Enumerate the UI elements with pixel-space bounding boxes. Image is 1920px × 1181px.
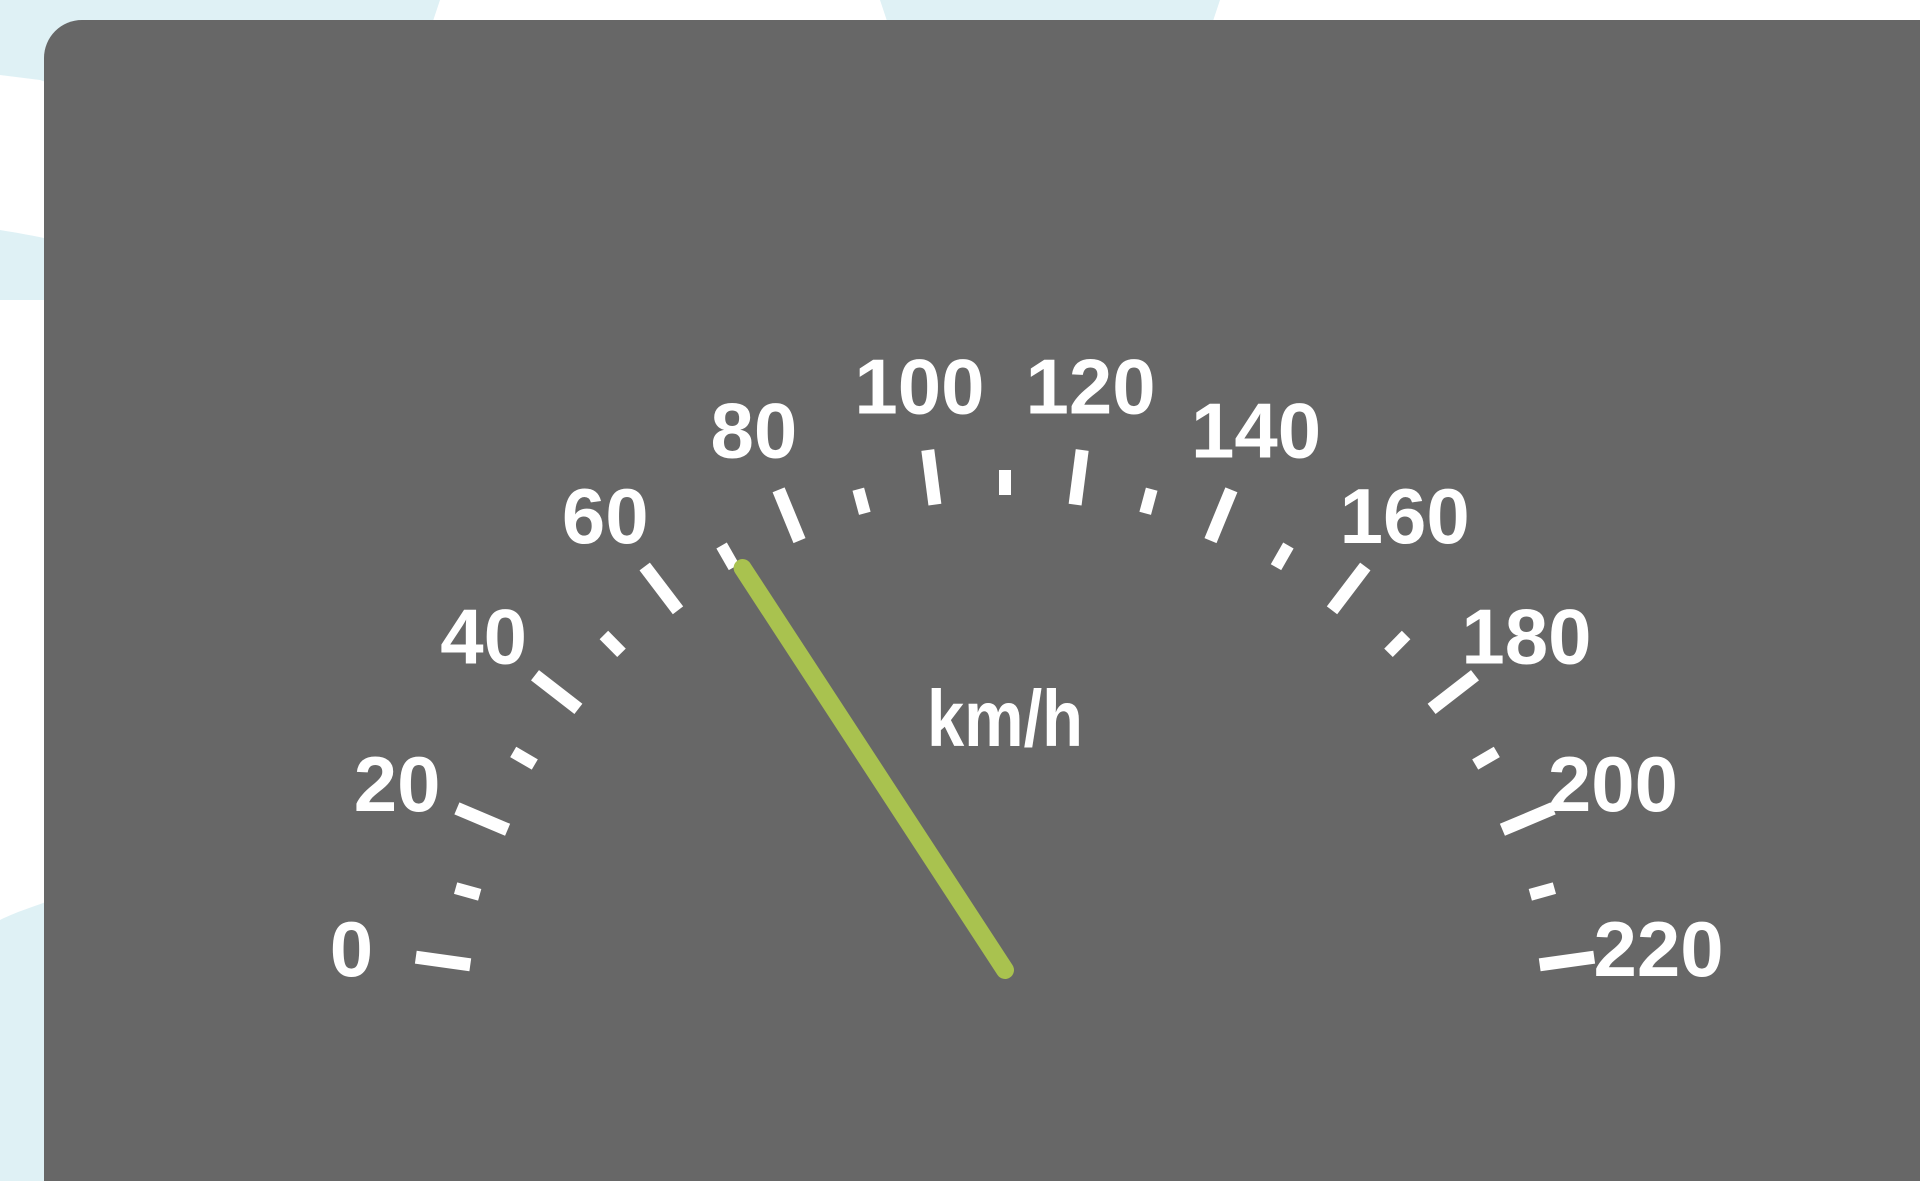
major-tick-60 bbox=[639, 562, 684, 615]
speedometer-gauge: 0 20 40 60 80 100 120 140160 180 200 220 km/h bbox=[330, 343, 1724, 993]
minor-tick-70 bbox=[716, 542, 740, 571]
minor-tick-10 bbox=[453, 882, 482, 901]
scale-label-160: 160 bbox=[1340, 472, 1470, 560]
speedometer-scene: 0 20 40 60 80 100 120 140 160 180 200 220 km/h bbox=[0, 0, 1920, 1181]
major-tick-220 bbox=[1538, 950, 1596, 972]
major-tick-0 bbox=[414, 950, 472, 972]
major-tick-160 bbox=[1326, 562, 1371, 615]
minor-tick-190 bbox=[1472, 746, 1500, 770]
scale-label-140: 140 bbox=[1191, 387, 1321, 475]
minor-tick-30 bbox=[510, 746, 538, 770]
scale-label-180: 180 bbox=[1461, 592, 1591, 680]
minor-tick-50 bbox=[599, 630, 626, 658]
minor-tick-90 bbox=[852, 487, 871, 515]
minor-tick-170 bbox=[1384, 630, 1411, 658]
scale-label-0: 0 bbox=[330, 905, 373, 993]
scale-label-220: 220 bbox=[1594, 905, 1724, 993]
major-tick-140 bbox=[1204, 487, 1238, 544]
major-tick-40 bbox=[531, 670, 583, 715]
scale-label-40: 40 bbox=[440, 592, 527, 680]
speed-needle bbox=[733, 559, 1014, 979]
major-tick-20 bbox=[454, 802, 511, 836]
scale-label-80: 80 bbox=[711, 387, 798, 475]
scale-label-100: 100 bbox=[854, 343, 984, 431]
scale-label-200: 200 bbox=[1548, 740, 1678, 828]
scale-label-20: 20 bbox=[354, 740, 441, 828]
minor-tick-150 bbox=[1270, 542, 1294, 571]
scale-labels: 0 20 40 60 80 100 120 140160 180 200 220 bbox=[330, 343, 1724, 993]
major-tick-100 bbox=[921, 449, 942, 506]
scale-label-120: 120 bbox=[1026, 343, 1156, 431]
major-tick-120 bbox=[1068, 449, 1089, 506]
unit-label: km/h bbox=[927, 674, 1083, 763]
major-tick-200 bbox=[1499, 802, 1556, 836]
major-tick-80 bbox=[772, 487, 806, 544]
minor-tick-210 bbox=[1528, 882, 1557, 901]
scale-label-60: 60 bbox=[562, 472, 649, 560]
minor-tick-130 bbox=[1139, 487, 1158, 515]
